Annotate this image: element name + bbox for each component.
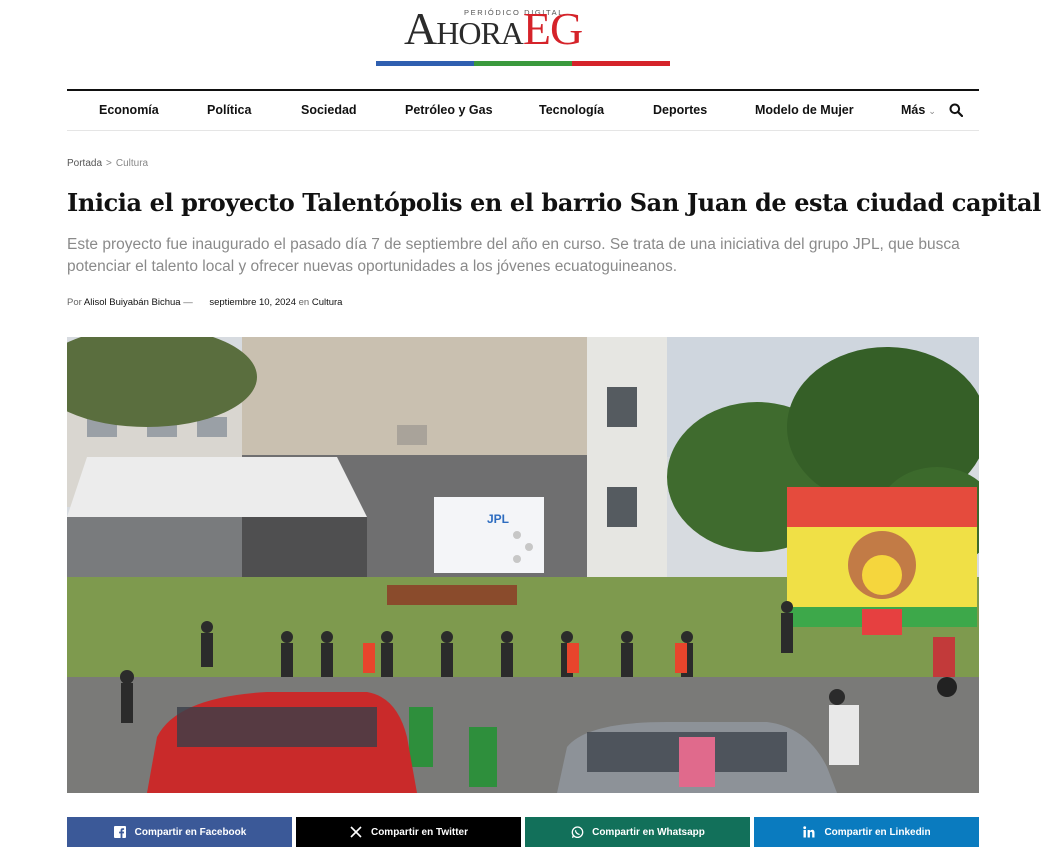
- share-facebook-button[interactable]: Compartir en Facebook: [67, 817, 292, 847]
- breadcrumb: Portada > Cultura: [67, 158, 148, 169]
- site-logo[interactable]: PERIÓDICO DIGITAL AhoraEG: [376, 4, 670, 66]
- meta-author[interactable]: Alisol Buiyabán Bichua: [84, 297, 181, 308]
- x-icon: [349, 825, 363, 839]
- logo-bar-red: [572, 61, 670, 66]
- nav-item-deportes[interactable]: Deportes: [653, 103, 707, 117]
- nav-more-label: Más: [901, 103, 926, 117]
- meta-dash: —: [183, 297, 193, 308]
- meta-by-label: Por: [67, 297, 82, 308]
- linkedin-icon: [802, 825, 816, 839]
- chevron-down-icon: ⌄: [928, 106, 936, 116]
- share-facebook-label: Compartir en Facebook: [134, 826, 247, 838]
- facebook-icon: [113, 825, 127, 839]
- share-whatsapp-label: Compartir en Whatsapp: [592, 826, 705, 838]
- share-twitter-button[interactable]: Compartir en Twitter: [296, 817, 521, 847]
- meta-in-label: en: [298, 297, 310, 308]
- nav-item-tecnologia[interactable]: Tecnología: [539, 103, 604, 117]
- nav-item-economia[interactable]: Economía: [99, 103, 159, 117]
- logo-bar-blue: [376, 61, 474, 66]
- whatsapp-icon: [570, 825, 584, 839]
- article-meta: Por Alisol Buiyabán Bichua — septiembre …: [67, 297, 342, 308]
- nav-item-sociedad[interactable]: Sociedad: [301, 103, 357, 117]
- photo-banner-text: JPL: [487, 512, 509, 526]
- share-linkedin-button[interactable]: Compartir en Linkedin: [754, 817, 979, 847]
- nav-item-petroleo-y-gas[interactable]: Petróleo y Gas: [405, 103, 493, 117]
- logo-wordmark: AhoraEG: [404, 3, 583, 54]
- meta-date: septiembre 10, 2024: [209, 297, 296, 308]
- logo-name-part2: EG: [522, 3, 583, 54]
- logo-name-part1: Ahora: [404, 3, 524, 54]
- nav-item-modelo-de-mujer[interactable]: Modelo de Mujer: [755, 103, 854, 117]
- breadcrumb-separator: >: [106, 158, 112, 169]
- share-twitter-label: Compartir en Twitter: [370, 826, 469, 838]
- logo-color-bar: [376, 61, 670, 66]
- article-featured-image: JPL: [67, 337, 979, 793]
- breadcrumb-home[interactable]: Portada: [67, 158, 102, 169]
- meta-category[interactable]: Cultura: [312, 297, 343, 308]
- share-whatsapp-button[interactable]: Compartir en Whatsapp: [525, 817, 750, 847]
- nav-more-menu[interactable]: Más ⌄: [901, 103, 936, 117]
- breadcrumb-category[interactable]: Cultura: [116, 158, 148, 169]
- article-title: Inicia el proyecto Talentópolis en el ba…: [67, 188, 1041, 217]
- search-icon[interactable]: [949, 103, 965, 119]
- main-nav: Economía Política Sociedad Petróleo y Ga…: [67, 89, 979, 131]
- logo-bar-green: [474, 61, 572, 66]
- article-subtitle: Este proyecto fue inaugurado el pasado d…: [67, 236, 960, 275]
- nav-item-politica[interactable]: Política: [207, 103, 251, 117]
- share-linkedin-label: Compartir en Linkedin: [824, 826, 931, 838]
